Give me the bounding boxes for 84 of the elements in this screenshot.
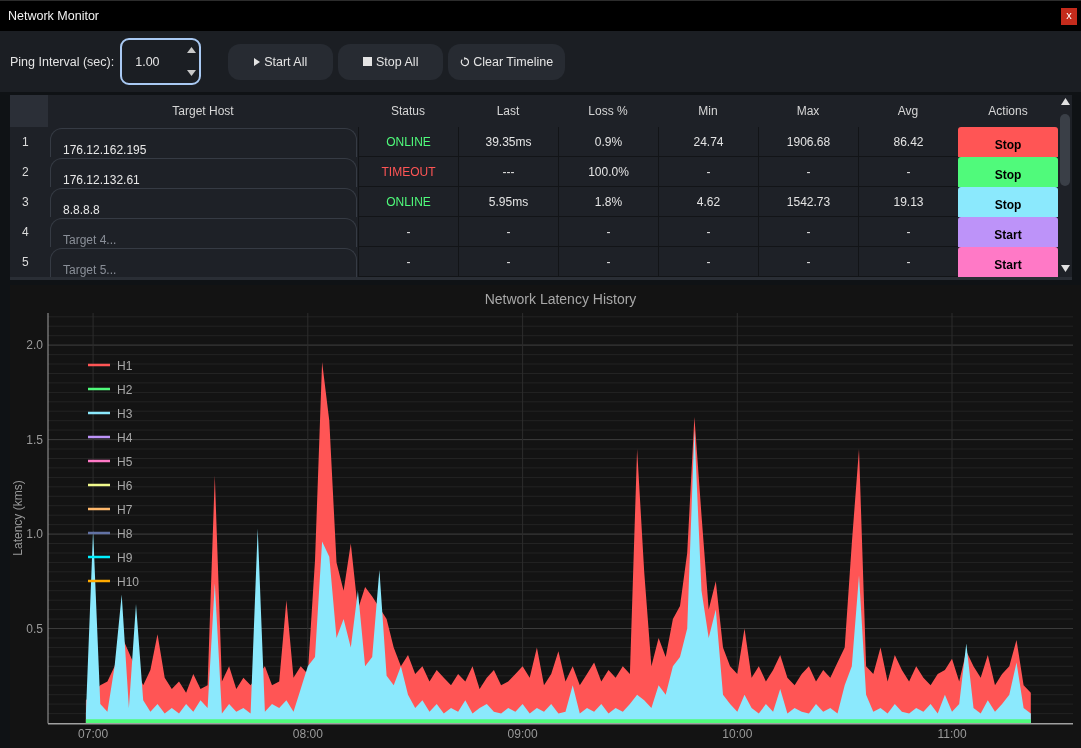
status-cell: - [358, 247, 458, 277]
legend-label: H1 [117, 358, 133, 373]
axis-tick-label: 0.5 [26, 621, 43, 636]
table-cell: - [458, 217, 558, 247]
table-cell: - [658, 157, 758, 187]
row-number: 3 [22, 195, 29, 209]
status-cell: TIMEOUT [358, 157, 458, 187]
column-header: Max [796, 104, 820, 118]
legend-label: H8 [117, 526, 133, 541]
window-title: Network Monitor [8, 9, 99, 23]
legend-label: H6 [117, 478, 133, 493]
legend-label: H7 [117, 502, 133, 517]
scroll-up-icon[interactable] [1060, 98, 1070, 105]
host-input[interactable]: Target 5... [50, 248, 357, 277]
refresh-icon [460, 56, 470, 67]
status-cell: ONLINE [358, 187, 458, 217]
row-number: 5 [22, 255, 29, 269]
legend-label: H10 [117, 574, 139, 589]
legend-label: H5 [117, 454, 133, 469]
table-cell: --- [458, 157, 558, 187]
action-button[interactable]: Stop [958, 127, 1058, 157]
host-input[interactable]: 176.12.162.195 [50, 128, 357, 157]
toolbar-button[interactable]: Start All [228, 43, 334, 80]
host-input[interactable]: Target 4... [50, 218, 357, 247]
table-cell: - [758, 157, 858, 187]
toolbar-button[interactable]: Stop All [338, 43, 444, 80]
table-cell: 0.9% [558, 127, 658, 157]
table-cell: - [458, 247, 558, 277]
column-header: Min [698, 104, 718, 118]
axis-title: Latency (kms) [11, 480, 25, 556]
column-header: Target Host [172, 104, 234, 118]
row-number: 1 [22, 135, 29, 149]
play-icon [254, 57, 261, 66]
table-cell: 1.8% [558, 187, 658, 217]
scrollbar-thumb[interactable] [1060, 114, 1070, 186]
action-button[interactable]: Stop [958, 187, 1058, 217]
down-arrow-icon[interactable] [187, 70, 197, 76]
legend-label: H4 [117, 430, 133, 445]
axis-tick-label: 09:00 [507, 727, 538, 741]
axis-tick-label: 10:00 [722, 727, 753, 741]
table-cell: - [758, 217, 858, 247]
table-cell: 1542.73 [758, 187, 858, 217]
column-header: Avg [897, 104, 919, 118]
row-number: 4 [22, 225, 29, 239]
table-cell: - [558, 247, 658, 277]
table-cell: 39.35ms [458, 127, 558, 157]
legend-label: H3 [117, 406, 133, 421]
close-button[interactable]: x [1061, 7, 1077, 25]
table-cell: - [558, 217, 658, 247]
up-arrow-icon[interactable] [187, 47, 197, 53]
table-cell: 100.0% [558, 157, 658, 187]
legend-label: H9 [117, 550, 133, 565]
table-cell: 4.62 [658, 187, 758, 217]
axis-tick-label: 08:00 [292, 727, 323, 741]
table-cell: 5.95ms [458, 187, 558, 217]
action-button[interactable]: Start [958, 247, 1058, 277]
axis-tick-label: 11:00 [937, 727, 967, 741]
action-button[interactable]: Stop [958, 157, 1058, 187]
chart-title: Network Latency History [484, 291, 637, 307]
table-cell: - [658, 217, 758, 247]
stop-icon [363, 57, 372, 66]
table-cell: - [658, 247, 758, 277]
host-input[interactable]: 8.8.8.8 [50, 188, 357, 217]
axis-tick-label: 07:00 [78, 727, 109, 741]
spin-box[interactable]: 1.00 [120, 38, 202, 85]
column-header: Status [391, 104, 425, 118]
action-button[interactable]: Start [958, 217, 1058, 247]
column-header: Last [496, 104, 520, 118]
axis-tick-label: 1.5 [26, 432, 43, 447]
status-cell: - [358, 217, 458, 247]
table-cell: 1906.68 [758, 127, 858, 157]
table-cell: 24.74 [658, 127, 758, 157]
host-input[interactable]: 176.12.132.61 [50, 158, 357, 187]
table-cell: - [758, 247, 858, 277]
axis-tick-label: 2.0 [26, 338, 43, 353]
toolbar-button[interactable]: Clear Timeline [448, 43, 566, 80]
axis-tick-label: 1.0 [26, 527, 43, 542]
row-number: 2 [22, 165, 29, 179]
status-cell: ONLINE [358, 127, 458, 157]
legend-label: H2 [117, 382, 133, 397]
field-label: Ping Interval (sec): [10, 54, 115, 69]
column-header: Actions [988, 104, 1028, 118]
scroll-down-icon[interactable] [1060, 265, 1070, 272]
column-header: Loss % [588, 104, 628, 118]
